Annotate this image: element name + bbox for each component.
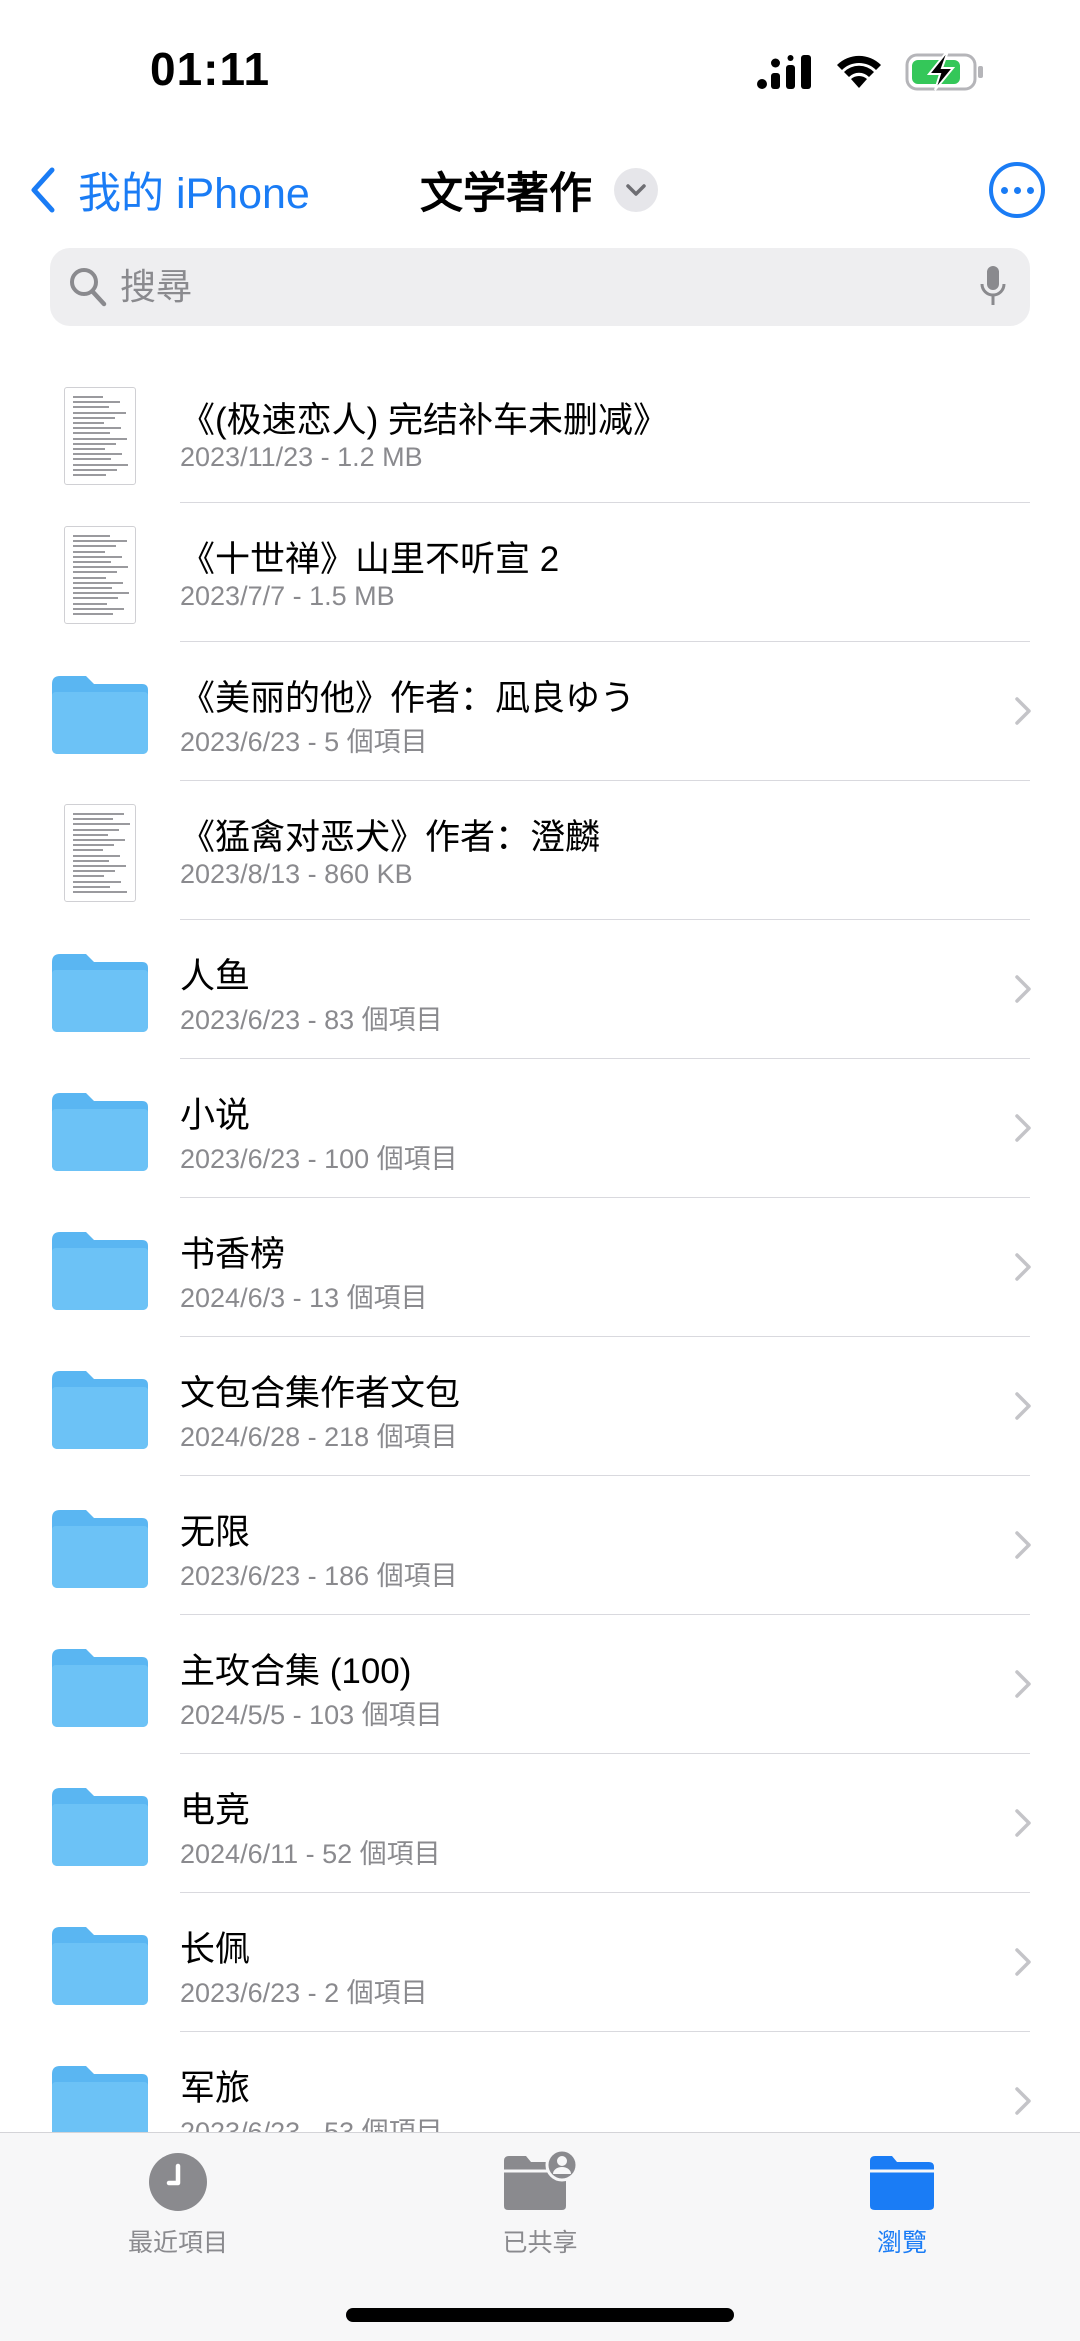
item-meta: 2024/6/28 - 218 個項目	[180, 1422, 458, 1452]
clock-icon	[149, 2153, 207, 2211]
navigation-bar: 我的 iPhone 文学著作	[0, 150, 1080, 230]
chevron-left-icon	[31, 167, 55, 213]
chevron-right-icon	[1014, 974, 1032, 1009]
microphone-icon[interactable]	[978, 264, 1008, 310]
item-name: 电竞	[180, 1791, 251, 1830]
tab-browse-label: 瀏覽	[876, 2229, 927, 2257]
page-title: 文学著作	[420, 170, 592, 218]
back-button[interactable]: 我的 iPhone	[30, 160, 310, 220]
tab-recents[interactable]: 最近項目	[58, 2151, 298, 2259]
tab-recents-label: 最近項目	[127, 2229, 228, 2257]
battery-charging-icon	[905, 53, 983, 91]
folder-row[interactable]: 小说 2023/6/23 - 100 個項目	[0, 1059, 1080, 1198]
search-icon	[70, 268, 107, 307]
item-meta: 2023/6/23 - 186 個項目	[180, 1561, 458, 1591]
folder-icon	[870, 2156, 934, 2210]
item-meta: 2024/6/11 - 52 個項目	[180, 1839, 441, 1869]
item-name: 人鱼	[180, 957, 251, 996]
folder-icon	[50, 1776, 150, 1876]
search-bar[interactable]	[50, 248, 1030, 326]
item-meta: 2023/6/23 - 5 個項目	[180, 727, 428, 757]
folder-row[interactable]: 文包合集作者文包 2024/6/28 - 218 個項目	[0, 1337, 1080, 1476]
folder-icon	[50, 1220, 150, 1320]
document-row[interactable]: 《(极速恋人) 完结补车未删减》 2023/11/23 - 1.2 MB	[0, 364, 1080, 503]
item-name: 无限	[180, 1513, 251, 1552]
tab-shared[interactable]: 已共享	[420, 2151, 660, 2259]
chevron-right-icon	[1014, 696, 1032, 731]
tab-shared-label: 已共享	[502, 2229, 578, 2257]
title-menu-button[interactable]: 文学著作	[420, 160, 658, 220]
status-time: 01:11	[150, 43, 271, 95]
folder-icon	[50, 664, 150, 764]
item-name: 小说	[180, 1096, 251, 1135]
item-meta: 2023/6/23 - 100 個項目	[180, 1144, 458, 1174]
item-meta: 2024/5/5 - 103 個項目	[180, 1700, 443, 1730]
chevron-right-icon	[1014, 1113, 1032, 1148]
item-name: 主攻合集 (100)	[180, 1652, 412, 1691]
folder-icon	[50, 1359, 150, 1459]
chevron-right-icon	[1014, 1808, 1032, 1843]
document-row[interactable]: 《十世禅》山里不听宣 2 2023/7/7 - 1.5 MB	[0, 503, 1080, 642]
item-name: 军旅	[180, 2069, 251, 2108]
item-meta: 2023/6/23 - 83 個項目	[180, 1005, 443, 1035]
wifi-icon	[837, 55, 881, 88]
chevron-right-icon	[1014, 1252, 1032, 1287]
chevron-down-icon	[614, 168, 658, 212]
folder-icon	[50, 1915, 150, 2015]
folder-row[interactable]: 书香榜 2024/6/3 - 13 個項目	[0, 1198, 1080, 1337]
folder-icon	[50, 942, 150, 1042]
item-name: 《(极速恋人) 完结补车未删减》	[180, 401, 669, 440]
item-name: 《猛禽对恶犬》作者：澄麟	[180, 818, 601, 857]
tab-browse[interactable]: 瀏覽	[782, 2151, 1022, 2259]
folder-row[interactable]: 长佩 2023/6/23 - 2 個項目	[0, 1893, 1080, 2032]
search-input[interactable]	[120, 248, 920, 326]
more-options-button[interactable]	[989, 162, 1045, 218]
chevron-right-icon	[1014, 1530, 1032, 1565]
folder-row[interactable]: 电竞 2024/6/11 - 52 個項目	[0, 1754, 1080, 1893]
status-icons	[757, 52, 985, 92]
folder-row[interactable]: 无限 2023/6/23 - 186 個項目	[0, 1476, 1080, 1615]
item-meta: 2023/6/23 - 2 個項目	[180, 1978, 428, 2008]
chevron-right-icon	[1014, 1947, 1032, 1982]
folder-row[interactable]: 《美丽的他》作者：凪良ゆう 2023/6/23 - 5 個項目	[0, 642, 1080, 781]
file-list: 《(极速恋人) 完结补车未删减》 2023/11/23 - 1.2 MB 《十世禅》…	[0, 364, 1080, 2171]
item-name: 《美丽的他》作者：凪良ゆう	[180, 679, 636, 718]
item-meta: 2023/7/7 - 1.5 MB	[180, 581, 395, 611]
item-name: 长佩	[180, 1930, 251, 1969]
home-indicator	[346, 2308, 734, 2322]
signal-icon	[757, 55, 811, 89]
back-button-label: 我的 iPhone	[78, 170, 310, 218]
document-thumbnail-icon	[50, 386, 150, 486]
item-meta: 2023/11/23 - 1.2 MB	[180, 442, 423, 472]
item-name: 文包合集作者文包	[180, 1374, 461, 1413]
ellipsis-icon	[1000, 186, 1008, 194]
document-thumbnail-icon	[50, 525, 150, 625]
folder-icon	[50, 1498, 150, 1598]
status-bar: 01:11	[0, 0, 1080, 140]
item-meta: 2023/8/13 - 860 KB	[180, 859, 413, 889]
shared-folder-icon	[504, 2151, 579, 2210]
item-name: 书香榜	[180, 1235, 286, 1274]
files-app-screen: 01:11 我的 iPhone 文学著作 搜尋 《(极速恋人) 完结补车未删减》…	[0, 0, 1080, 2341]
folder-row[interactable]: 主攻合集 (100) 2024/5/5 - 103 個項目	[0, 1615, 1080, 1754]
chevron-right-icon	[1014, 1669, 1032, 1704]
chevron-right-icon	[1014, 2086, 1032, 2121]
folder-icon	[50, 1081, 150, 1181]
item-name: 《十世禅》山里不听宣 2	[180, 540, 560, 579]
document-row[interactable]: 《猛禽对恶犬》作者：澄麟 2023/8/13 - 860 KB	[0, 781, 1080, 920]
folder-row[interactable]: 人鱼 2023/6/23 - 83 個項目	[0, 920, 1080, 1059]
folder-icon	[50, 1637, 150, 1737]
document-thumbnail-icon	[50, 803, 150, 903]
chevron-right-icon	[1014, 1391, 1032, 1426]
item-meta: 2024/6/3 - 13 個項目	[180, 1283, 428, 1313]
